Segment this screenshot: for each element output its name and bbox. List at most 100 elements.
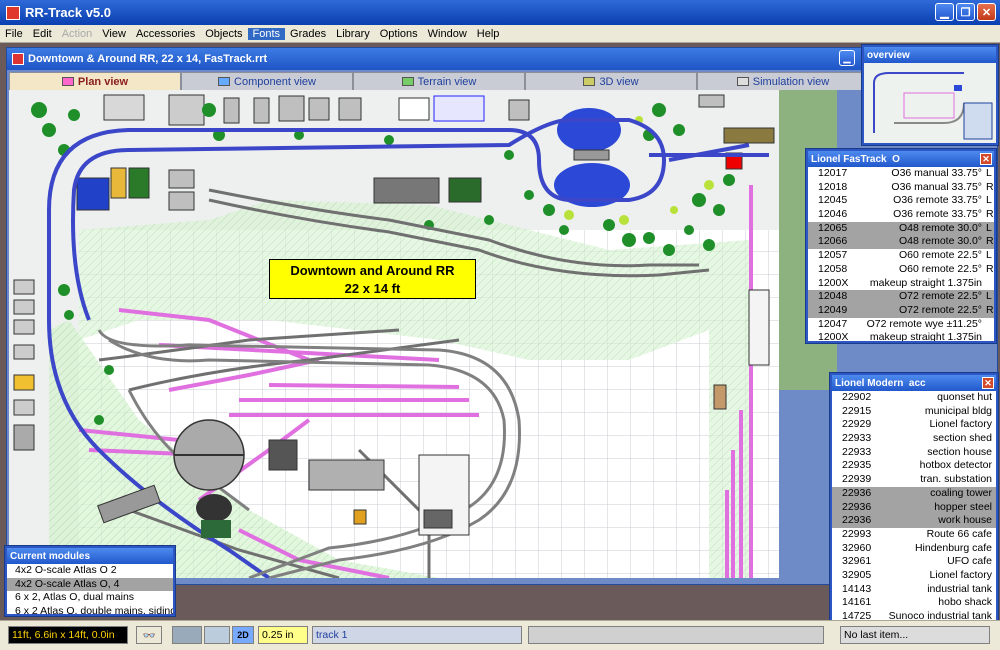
menu-library[interactable]: Library: [331, 28, 375, 40]
modern-row[interactable]: 22935 hotbox detector: [832, 459, 996, 473]
fastrack-hand: L: [986, 249, 992, 262]
modern-desc: industrial tank: [927, 582, 992, 595]
modern-row[interactable]: 22936 work house: [832, 514, 996, 528]
modern-row[interactable]: 22933 section house: [832, 446, 996, 460]
modern-row[interactable]: 22939 tran. substation: [832, 473, 996, 487]
modules-list: 4x2 O-scale Atlas O 2 4x2 O-scale Atlas O…: [7, 564, 173, 614]
fastrack-desc: O60 remote 22.5°: [899, 249, 982, 262]
modern-row[interactable]: 22936 coaling tower: [832, 486, 996, 501]
menu-accessories[interactable]: Accessories: [131, 28, 200, 40]
modern-code: 22936: [842, 486, 872, 499]
track-tool-icon[interactable]: [172, 626, 202, 644]
fastrack-code: 12018: [818, 180, 848, 193]
layout-label: Downtown and Around RR 22 x 14 ft: [269, 259, 476, 299]
fastrack-row[interactable]: 12066 O48 remote 30.0° R: [808, 235, 994, 250]
modern-code: 22936: [842, 500, 872, 513]
overview-panel[interactable]: overview: [862, 45, 998, 145]
modern-row[interactable]: 22933 section shed: [832, 432, 996, 446]
2d-toggle-icon[interactable]: 2D: [232, 626, 254, 644]
fastrack-hand: [986, 277, 994, 291]
binoculars-icon[interactable]: 👓: [136, 626, 162, 644]
tab-component-view[interactable]: Component view: [181, 72, 353, 90]
modern-row[interactable]: 22936 hopper steel: [832, 500, 996, 515]
fastrack-row[interactable]: 12057 O60 remote 22.5° L: [808, 249, 994, 263]
modern-code: 14143: [842, 582, 872, 595]
modern-desc: tran. substation: [920, 473, 992, 486]
fastrack-row[interactable]: 1200X makeup straight 1.375in: [808, 277, 994, 291]
menu-file[interactable]: File: [0, 28, 28, 40]
module-row[interactable]: 6 x 2, Atlas O, dual mains: [7, 591, 173, 605]
modern-row[interactable]: 22915 municipal bldg: [832, 405, 996, 419]
menu-objects[interactable]: Objects: [200, 28, 247, 40]
modern-row[interactable]: 32905 Lionel factory: [832, 569, 996, 583]
fastrack-row[interactable]: 12047 O72 remote wye ±11.25°: [808, 318, 994, 332]
maximize-icon[interactable]: ❐: [956, 3, 975, 21]
modern-code: 22939: [842, 473, 872, 486]
track-name-field[interactable]: track 1: [312, 626, 522, 644]
lake-upper: [557, 108, 621, 152]
fastrack-row[interactable]: 12046 O36 remote 33.75° R: [808, 208, 994, 222]
fastrack-title: Lionel FasTrack: [811, 153, 887, 165]
fastrack-row[interactable]: 12045 O36 remote 33.75° L: [808, 194, 994, 208]
modern-code: 22935: [842, 459, 872, 472]
menu-grades[interactable]: Grades: [285, 28, 331, 40]
modern-code: 22902: [842, 391, 872, 403]
modern-row[interactable]: 22902 quonset hut: [832, 391, 996, 405]
menu-edit[interactable]: Edit: [28, 28, 57, 40]
fastrack-row[interactable]: 12065 O48 remote 30.0° L: [808, 221, 994, 236]
menu-view[interactable]: View: [97, 28, 131, 40]
menu-help[interactable]: Help: [472, 28, 505, 40]
modern-row[interactable]: 32961 UFO cafe: [832, 555, 996, 569]
modules-panel[interactable]: Current modules 4x2 O-scale Atlas O 2 4x2…: [5, 546, 175, 616]
fastrack-row[interactable]: 12017 O36 manual 33.75° L: [808, 167, 994, 181]
app-title: RR-Track v5.0: [25, 5, 111, 20]
modern-row[interactable]: 14143 industrial tank: [832, 583, 996, 597]
fastrack-hand: R: [986, 303, 994, 316]
modern-row[interactable]: 22929 Lionel factory: [832, 418, 996, 432]
turnout-tool-icon[interactable]: [204, 626, 230, 644]
fastrack-row[interactable]: 1200X makeup straight 1.375in: [808, 331, 994, 341]
fastrack-desc: O72 remote wye ±11.25°: [866, 317, 982, 330]
roundhouse: [196, 494, 232, 522]
menu-window[interactable]: Window: [423, 28, 472, 40]
fastrack-row[interactable]: 12018 O36 manual 33.75° R: [808, 181, 994, 195]
modern-desc: Route 66 cafe: [926, 527, 992, 540]
doc-minimize-icon[interactable]: ▁: [839, 50, 855, 66]
fastrack-desc: O36 remote 33.75°: [893, 208, 982, 221]
modern-row[interactable]: 22993 Route 66 cafe: [832, 528, 996, 542]
fastrack-close-icon[interactable]: ✕: [980, 153, 992, 165]
modern-row[interactable]: 32960 Hindenburg cafe: [832, 542, 996, 556]
grid-size-field[interactable]: 0.25 in: [258, 626, 308, 644]
simulation-view-icon: [736, 77, 749, 86]
plan-view-canvas[interactable]: [9, 90, 779, 578]
fastrack-row[interactable]: 12048 O72 remote 22.5° L: [808, 290, 994, 304]
tab-3d-view[interactable]: 3D view: [525, 72, 697, 90]
fastrack-row[interactable]: 12058 O60 remote 22.5° R: [808, 263, 994, 277]
fastrack-row[interactable]: 12049 O72 remote 22.5° R: [808, 303, 994, 318]
close-icon[interactable]: ✕: [977, 3, 996, 21]
modern-close-icon[interactable]: ✕: [982, 377, 994, 389]
document-icon: [12, 53, 24, 65]
modern-row[interactable]: 14161 hobo shack: [832, 596, 996, 610]
fastrack-code: 12045: [818, 194, 848, 207]
module-row[interactable]: 6 x 2 Atlas O, double mains, siding: [7, 605, 173, 614]
modern-title-bar: Lionel Modern acc ✕: [832, 375, 996, 391]
tab-terrain-view[interactable]: Terrain view: [353, 72, 525, 90]
document-title-bar: Downtown & Around RR, 22 x 14, FasTrack.…: [7, 48, 997, 70]
minimize-icon[interactable]: ▁: [935, 3, 954, 21]
last-item-field: No last item...: [840, 626, 990, 644]
modern-code: 32905: [842, 568, 872, 581]
menu-options[interactable]: Options: [375, 28, 423, 40]
tab-simulation-view[interactable]: Simulation view: [697, 72, 869, 90]
module-row[interactable]: 4x2 O-scale Atlas O, 4: [7, 577, 173, 592]
fastrack-code: 12017: [818, 167, 848, 179]
modules-title-bar: Current modules: [7, 548, 173, 564]
modern-list: 22902 quonset hut 22915 municipal bldg 22929…: [832, 391, 996, 621]
tab-plan-view[interactable]: Plan view: [9, 72, 181, 90]
modern-library-panel[interactable]: Lionel Modern acc ✕ 22902 quonset hut 2291…: [830, 373, 998, 623]
fastrack-library-panel[interactable]: Lionel FasTrack O ✕ 12017 O36 manual 33.7…: [806, 149, 996, 343]
status-bar: 11ft, 6.6in x 14ft, 0.0in 👓 2D 0.25 in t…: [0, 620, 1000, 650]
menu-fonts[interactable]: Fonts: [247, 27, 286, 40]
module-row[interactable]: 4x2 O-scale Atlas O 2: [7, 564, 173, 578]
fastrack-hand: R: [986, 235, 994, 248]
